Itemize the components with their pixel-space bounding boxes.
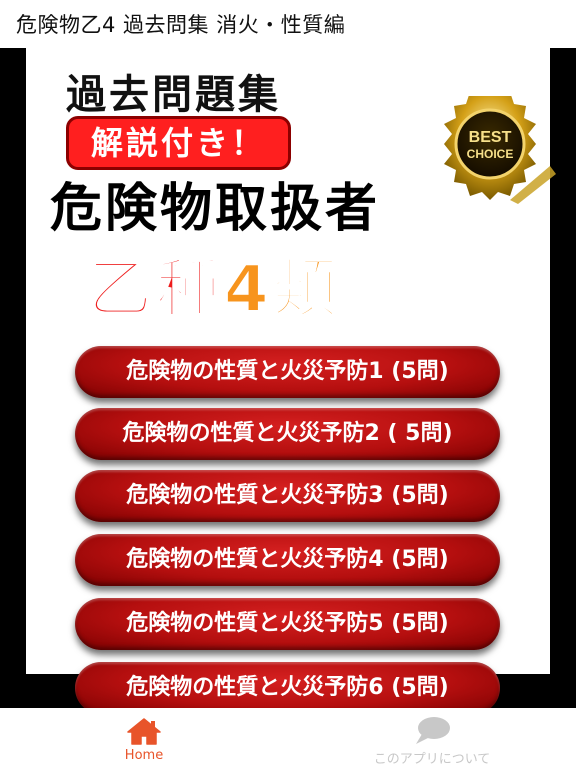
bottom-tab-bar: Home このアプリについて [0, 708, 576, 768]
banner-subtitle: 危険物取扱者 [50, 179, 381, 239]
main-content[interactable]: 過去問題集 解説付き！ 危険物取扱者 乙種4類 BEST CHOICE 危険物の… [0, 48, 576, 708]
app-title: 危険物乙4 過去問集 消火・性質編 [16, 13, 346, 37]
quiz-set-button-3[interactable]: 危険物の性質と火災予防3 (5問) [75, 470, 500, 522]
banner-heading: 過去問題集 [66, 72, 281, 118]
badge-line1: BEST [469, 129, 512, 146]
title-bar: 危険物乙4 過去問集 消火・性質編 [0, 0, 576, 48]
quiz-set-button-4[interactable]: 危険物の性質と火災予防4 (5問) [75, 534, 500, 586]
tab-about-app[interactable]: このアプリについて [340, 708, 524, 768]
quiz-set-button-6[interactable]: 危険物の性質と火災予防6 (5問) [75, 662, 500, 708]
quiz-set-button-5[interactable]: 危険物の性質と火災予防5 (5問) [75, 598, 500, 650]
tab-about-label: このアプリについて [373, 752, 491, 767]
app-screen: 危険物乙4 過去問集 消火・性質編 過去問題集 解説付き！ 危険物取扱者 乙種4… [0, 0, 576, 768]
best-choice-badge-icon: BEST CHOICE [444, 96, 556, 204]
chat-bubble-icon [416, 717, 450, 744]
banner-class-title: 乙種4類 [87, 238, 341, 330]
badge-line2: CHOICE [467, 147, 514, 161]
banner-class-orange: 4類 [223, 252, 341, 328]
banner-tagline: 解説付き！ [66, 116, 292, 170]
tab-home[interactable]: Home [104, 708, 184, 768]
banner-class-red: 乙種 [87, 252, 224, 328]
quiz-set-button-2[interactable]: 危険物の性質と火災予防2 ( 5問) [75, 408, 500, 460]
home-icon [127, 718, 161, 745]
tab-home-label: Home [124, 748, 164, 763]
quiz-set-button-1[interactable]: 危険物の性質と火災予防1 (5問) [75, 346, 500, 398]
